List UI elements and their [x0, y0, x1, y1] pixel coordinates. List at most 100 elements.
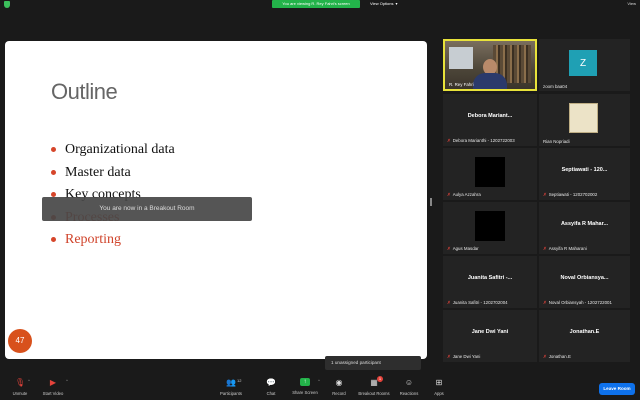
top-bar: You are viewing R. Rey Fahri's screen Vi…: [0, 0, 640, 8]
slide-title: Outline: [51, 79, 118, 104]
muted-mic-icon: ✗: [447, 300, 451, 305]
participant-nameplate: ✗ Noval Orbiansyah - 1202722001: [543, 300, 612, 306]
avatar: Z: [569, 50, 597, 76]
video-off-icon: ▶: [49, 378, 57, 387]
participant-tile[interactable]: ✗ Aulya Azzahra: [443, 148, 537, 200]
participant-nameplate: ✗ Assyifa R Maharani: [543, 246, 587, 252]
participant-tile[interactable]: Assyifa R Mahar... ✗ Assyifa R Maharani: [539, 202, 630, 254]
participant-display-name: Debora Mariant...: [467, 113, 513, 119]
breakout-rooms-label: Breakout Rooms: [358, 391, 390, 396]
shield-icon[interactable]: [4, 1, 10, 8]
participant-tile-video[interactable]: R. Rey Fahri: [443, 39, 537, 91]
participant-nameplate: ✗ Jane Dwi Yani: [447, 354, 480, 360]
view-options-label: View Options: [370, 1, 394, 6]
participants-button[interactable]: 👥 12 Participants: [211, 374, 251, 398]
participant-name: Debora Marianthi - 1202722003: [452, 138, 515, 143]
participant-name: Aulya Azzahra: [452, 192, 481, 197]
bullet-dot-icon: [51, 237, 56, 242]
window-background: [449, 47, 473, 69]
participant-tile[interactable]: Z zoom baa04: [539, 39, 630, 91]
view-options-button[interactable]: View Options ▾: [370, 0, 398, 8]
record-button[interactable]: ◉ Record: [319, 374, 359, 398]
muted-mic-icon: 🎙: [15, 378, 26, 387]
breakout-badge: 1: [377, 376, 383, 382]
reactions-icon: ☺: [404, 378, 414, 387]
profile-picture: [475, 157, 505, 187]
participant-name: Assyifa R Maharani: [548, 246, 587, 251]
slide-bullet-text: Reporting: [65, 232, 121, 247]
participant-display-name: Noval Orbiansya...: [560, 275, 609, 281]
participants-icon: 👥: [226, 378, 236, 387]
slide-bullet: Master data: [51, 162, 175, 185]
participant-name: R. Rey Fahri: [449, 82, 474, 87]
profile-picture: [569, 103, 598, 133]
leave-room-button[interactable]: Leave Room: [599, 383, 635, 395]
participant-count: 12: [237, 378, 242, 383]
participant-tile[interactable]: Jonathan.E ✗ Jonathan.E: [539, 310, 630, 362]
participant-name: Jane Dwi Yani: [452, 354, 481, 359]
participant-name: zoom baa04: [543, 84, 568, 89]
participant-name: Rian Nopriadi: [543, 139, 570, 144]
participant-tile[interactable]: Septiawati - 120... ✗ Septiawati - 120270…: [539, 148, 630, 200]
participant-nameplate: ✗ Agus Masdar: [447, 246, 479, 252]
participant-nameplate: ✗ Debora Marianthi - 1202722003: [447, 138, 515, 144]
chat-icon: 💬: [266, 378, 276, 387]
participant-name: Jonathan.E: [548, 354, 571, 359]
participant-tile[interactable]: Noval Orbiansya... ✗ Noval Orbiansyah - 1…: [539, 256, 630, 308]
muted-mic-icon: ✗: [447, 138, 451, 143]
slide-bullet-text: Master data: [65, 164, 131, 180]
muted-mic-icon: ✗: [543, 354, 547, 359]
participant-name: Agus Masdar: [452, 246, 479, 251]
apps-icon: ⊞: [435, 378, 443, 387]
slide-page-number: 47: [8, 329, 32, 353]
person-body: [473, 73, 507, 89]
record-icon: ◉: [335, 378, 343, 387]
muted-mic-icon: ✗: [447, 246, 451, 251]
meeting-toolbar: 🎙 Unmute ^ ▶ Start Video ^ 👥 12 Particip…: [0, 372, 640, 400]
participant-tile[interactable]: Jane Dwi Yani ✗ Jane Dwi Yani: [443, 310, 537, 362]
participants-label: Participants: [220, 391, 242, 396]
participant-nameplate: ✗ Septiawati - 1202702002: [543, 192, 597, 198]
slide-bullet: Reporting: [51, 229, 175, 252]
participant-nameplate: ✗ Aulya Azzahra: [447, 192, 481, 198]
viewing-banner: You are viewing R. Rey Fahri's screen: [272, 0, 360, 8]
apps-label: Apps: [434, 391, 444, 396]
bullet-dot-icon: [51, 147, 56, 152]
video-options-caret-icon[interactable]: ^: [66, 378, 68, 383]
participant-tile[interactable]: Rian Nopriadi: [539, 94, 630, 146]
muted-mic-icon: ✗: [543, 246, 547, 251]
slide-bullet: Organizational data: [51, 139, 175, 162]
participant-display-name: Juanita Safitri -...: [467, 275, 513, 281]
record-label: Record: [332, 391, 346, 396]
muted-mic-icon: ✗: [543, 192, 547, 197]
participant-nameplate: ✗ Jonathan.E: [543, 354, 571, 360]
resize-handle[interactable]: [430, 198, 432, 206]
participant-name: Juanita Safitri - 1202702004: [452, 300, 508, 305]
participant-tile[interactable]: ✗ Agus Masdar: [443, 202, 537, 254]
participant-name: Noval Orbiansyah - 1202722001: [548, 300, 612, 305]
muted-mic-icon: ✗: [447, 354, 451, 359]
share-screen-icon: ↑: [300, 378, 310, 386]
participant-name: Septiawati - 1202702002: [548, 192, 598, 197]
profile-picture: [475, 211, 505, 241]
participant-tile[interactable]: Debora Mariant... ✗ Debora Marianthi - 12…: [443, 94, 537, 146]
participant-display-name: Jane Dwi Yani: [471, 329, 509, 335]
muted-mic-icon: ✗: [447, 192, 451, 197]
breakout-room-notification: You are now in a Breakout Room: [42, 197, 252, 221]
slide-bullet-list: Organizational data Master data Key conc…: [51, 139, 175, 252]
audio-options-caret-icon[interactable]: ^: [28, 378, 30, 383]
avatar-letter: Z: [579, 57, 587, 69]
view-button[interactable]: View: [627, 0, 636, 8]
muted-mic-icon: ✗: [543, 300, 547, 305]
breakout-rooms-button[interactable]: ▦ 1 Breakout Rooms: [354, 374, 394, 398]
chevron-down-icon: ▾: [395, 1, 398, 6]
participant-nameplate: ✗ Juanita Safitri - 1202702004: [447, 300, 508, 306]
apps-button[interactable]: ⊞ Apps: [419, 374, 459, 398]
start-video-label: Start Video: [42, 391, 64, 396]
participant-display-name: Assyifa R Mahar...: [560, 221, 609, 227]
participant-tile[interactable]: Juanita Safitri -... ✗ Juanita Safitri - …: [443, 256, 537, 308]
unassigned-participant-popup[interactable]: 1 unassigned participant: [325, 356, 421, 370]
slide-bullet-text: Organizational data: [65, 142, 175, 157]
participant-display-name: Jonathan.E: [569, 329, 600, 335]
participant-display-name: Septiawati - 120...: [561, 167, 608, 173]
